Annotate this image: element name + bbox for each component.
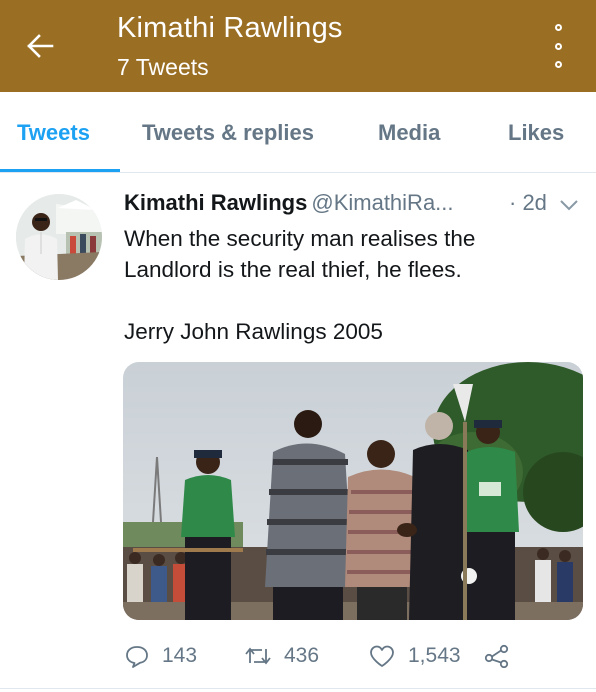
chevron-down-icon	[560, 200, 578, 211]
more-options-button[interactable]	[548, 24, 568, 68]
tweet-photo[interactable]	[123, 362, 583, 620]
active-tab-indicator	[0, 169, 120, 172]
reply-button[interactable]: 143	[124, 638, 197, 674]
avatar-image	[16, 194, 102, 280]
like-button[interactable]: 1,543	[368, 638, 461, 674]
arrow-left-icon	[27, 34, 54, 58]
author-handle[interactable]: @KimathiRa...	[311, 190, 453, 215]
tweet-divider	[0, 688, 596, 689]
photo-handshake-ceremony	[123, 362, 583, 620]
tweet-text-line: Landlord is the real thief, he flees.	[124, 257, 462, 282]
tweet-text: When the security man realises the Landl…	[124, 223, 584, 347]
tab-tweets[interactable]: Tweets	[17, 120, 90, 146]
retweet-icon	[245, 647, 271, 665]
tweet-header: Kimathi Rawlings @KimathiRa... · 2d	[124, 190, 584, 220]
comment-bubble-icon	[126, 646, 148, 668]
reply-count: 143	[162, 644, 198, 667]
back-button[interactable]	[20, 26, 60, 66]
profile-tabs: Tweets Tweets & replies Media Likes	[0, 92, 596, 173]
profile-header: Kimathi Rawlings 7 Tweets	[0, 0, 596, 92]
tab-likes[interactable]: Likes	[508, 120, 564, 146]
avatar[interactable]	[16, 194, 102, 280]
tab-tweets-and-replies[interactable]: Tweets & replies	[142, 120, 314, 146]
tweet-text-line: When the security man realises the	[124, 226, 476, 251]
tab-media[interactable]: Media	[378, 120, 440, 146]
profile-name-title: Kimathi Rawlings	[117, 12, 343, 44]
share-button[interactable]	[484, 638, 522, 674]
share-icon	[484, 644, 509, 668]
tweet-timestamp[interactable]: · 2d	[509, 190, 547, 216]
tweet-menu-button[interactable]	[556, 194, 582, 216]
tweet-text-line: Jerry John Rawlings 2005	[124, 319, 383, 344]
author-name[interactable]: Kimathi Rawlings	[124, 190, 307, 215]
heart-icon	[370, 645, 394, 667]
vertical-more-icon	[554, 24, 562, 31]
retweet-count: 436	[284, 644, 320, 667]
more-dot	[554, 61, 562, 68]
more-dot	[554, 42, 562, 50]
like-count: 1,543	[408, 644, 461, 667]
tweet-count: 7 Tweets	[117, 54, 209, 80]
retweet-button[interactable]: 436	[244, 638, 319, 674]
tweet-actions: 143 436 1,543	[124, 638, 584, 674]
